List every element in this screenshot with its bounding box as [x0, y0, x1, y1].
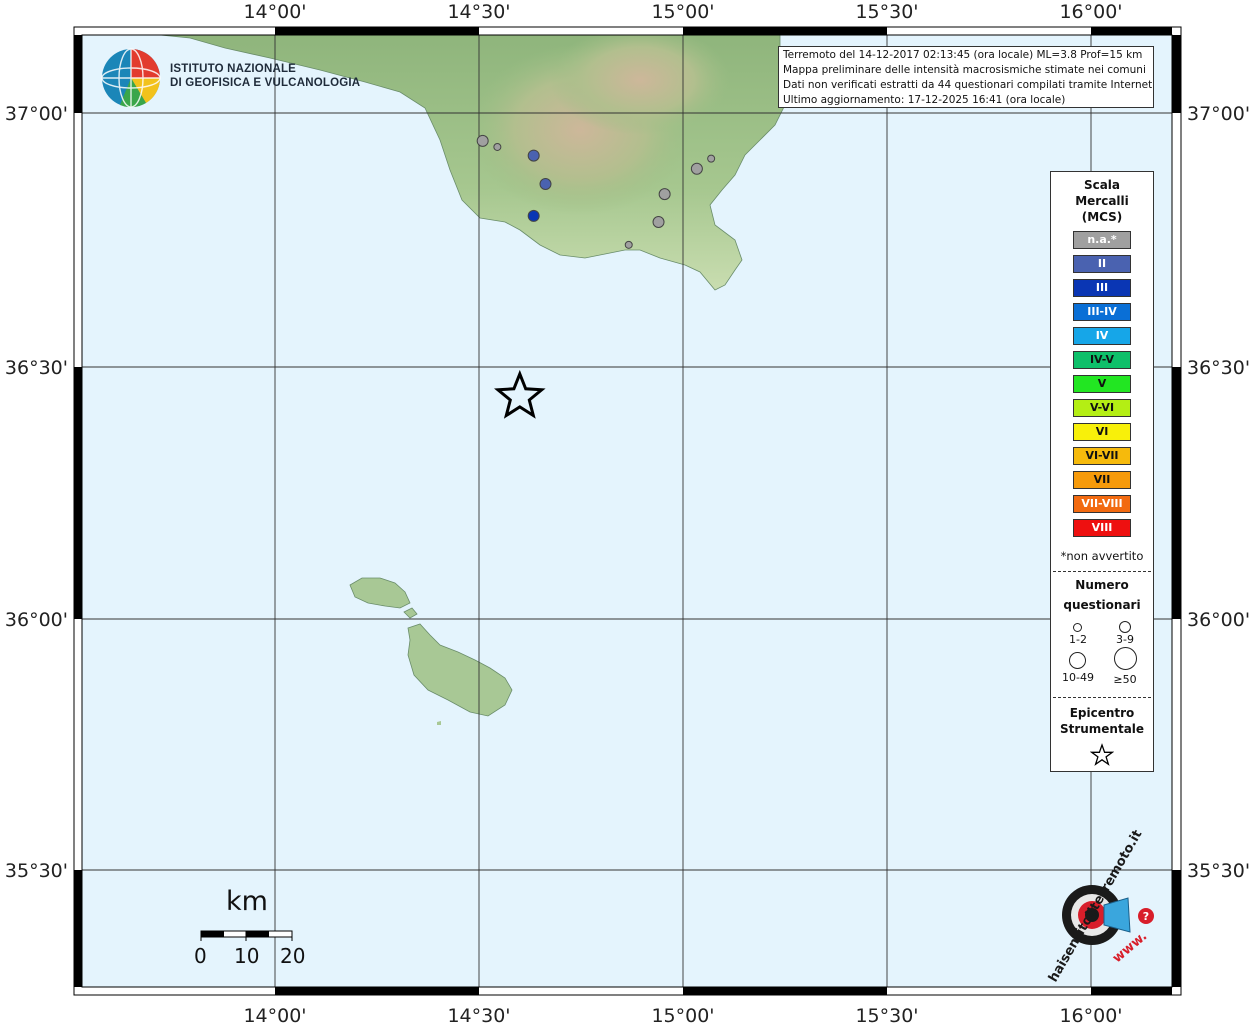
observation-point	[493, 142, 502, 151]
q-title-line: questionari	[1063, 598, 1141, 612]
mcs-class-n-a: n.a.*	[1073, 231, 1131, 249]
epi-title-line: Epicentro	[1069, 706, 1135, 720]
legend-divider	[1053, 571, 1151, 572]
lat-labels-left: 37°00' 36°30' 36°00' 35°30'	[5, 103, 68, 882]
size-50-plus-icon	[1114, 647, 1137, 670]
lat-label: 35°30'	[1187, 860, 1250, 882]
lon-label: 15°30'	[855, 1, 918, 23]
lon-label: 16°00'	[1059, 1, 1122, 23]
mcs-class-ii: II	[1073, 255, 1131, 273]
lat-label: 36°00'	[1187, 609, 1250, 631]
lat-label: 36°30'	[5, 357, 68, 379]
size-label: 1-2	[1069, 633, 1087, 646]
lon-label: 15°00'	[651, 1, 714, 23]
scale-unit: km	[226, 886, 268, 917]
lon-label: 14°00'	[243, 1, 306, 23]
star-icon	[1089, 743, 1115, 766]
epi-title-line: Strumentale	[1059, 722, 1145, 736]
lat-label: 37°00'	[1187, 103, 1250, 125]
sicily-hills-2	[550, 35, 730, 135]
mcs-class-iii-iv: III-IV	[1073, 303, 1131, 321]
data-note: Dati non verificati estratti da 44 quest…	[783, 79, 1154, 91]
observation-point	[658, 188, 671, 201]
institute-line-2: DI GEOFISICA E VULCANOLOGIA	[170, 77, 361, 89]
scale-label-0: 0	[194, 944, 207, 968]
lon-label: 15°00'	[651, 1005, 714, 1024]
observation-point	[624, 240, 633, 249]
lon-label: 14°30'	[447, 1, 510, 23]
mcs-class-v-vi: V-VI	[1073, 399, 1131, 417]
mcs-class-vi: VI	[1073, 423, 1131, 441]
legend-divider	[1053, 697, 1151, 698]
q-title-line: Numero	[1075, 578, 1129, 592]
questionnaires-title: Numero questionari	[1051, 575, 1153, 615]
lat-label: 36°30'	[1187, 357, 1250, 379]
lon-label: 14°30'	[447, 1005, 510, 1024]
lon-labels-bottom: 14°00' 14°30' 15°00' 15°30' 16°00'	[243, 1005, 1122, 1024]
lat-label: 35°30'	[5, 860, 68, 882]
institute-line-1: ISTITUTO NAZIONALE	[170, 63, 297, 75]
event-info-box: Terremoto del 14-12-2017 02:13:45 (ora l…	[778, 46, 1154, 108]
scale-label-20: 20	[280, 944, 306, 968]
lon-label: 15°30'	[855, 1005, 918, 1024]
mcs-class-list: n.a.* II III III-IV IV IV-V V V-VI VI VI-VII VII VI…	[1051, 231, 1153, 537]
observation-point	[652, 216, 665, 229]
size-1-2-icon	[1073, 623, 1082, 632]
observation-point	[690, 162, 703, 175]
mcs-class-viii: VIII	[1073, 519, 1131, 537]
map-description: Mappa preliminare delle intensità macros…	[783, 64, 1146, 76]
lat-label: 36°00'	[5, 609, 68, 631]
lat-label: 37°00'	[5, 103, 68, 125]
epicenter-title: Epicentro Strumentale	[1051, 705, 1153, 737]
mcs-class-iv-v: IV-V	[1073, 351, 1131, 369]
mcs-class-v: V	[1073, 375, 1131, 393]
legend-title-line: (MCS)	[1081, 210, 1123, 224]
size-label: 10-49	[1062, 671, 1094, 684]
legend-title-line: Scala	[1083, 178, 1121, 192]
legend-title: Scala Mercalli (MCS)	[1051, 177, 1153, 225]
lon-label: 14°00'	[243, 1005, 306, 1024]
observation-point	[527, 149, 540, 162]
mcs-class-iii: III	[1073, 279, 1131, 297]
mcs-class-vii: VII	[1073, 471, 1131, 489]
size-10-49-icon	[1069, 652, 1086, 669]
observation-point	[707, 154, 716, 163]
lat-labels-right: 37°00' 36°30' 36°00' 35°30'	[1187, 103, 1250, 882]
legend-note: *non avvertito	[1060, 549, 1144, 563]
observation-point	[539, 177, 552, 190]
mcs-class-vi-vii: VI-VII	[1073, 447, 1131, 465]
observation-point	[527, 209, 540, 222]
size-label: 3-9	[1116, 633, 1134, 646]
size-3-9-icon	[1119, 621, 1131, 633]
svg-text:?: ?	[1143, 910, 1149, 923]
mcs-class-vii-viii: VII-VIII	[1073, 495, 1131, 513]
scale-label-10: 10	[234, 944, 260, 968]
legend-panel: Scala Mercalli (MCS) n.a.* II III III-IV IV I…	[1050, 171, 1154, 772]
ingv-logo-icon	[101, 48, 161, 108]
lon-labels-top: 14°00' 14°30' 15°00' 15°30' 16°00'	[243, 1, 1122, 23]
mcs-class-iv: IV	[1073, 327, 1131, 345]
ingv-institute-name: ISTITUTO NAZIONALE DI GEOFISICA E VULCAN…	[170, 62, 360, 90]
last-update: Ultimo aggiornamento: 17-12-2025 16:41 (…	[783, 94, 1066, 106]
event-title: Terremoto del 14-12-2017 02:13:45 (ora l…	[783, 49, 1143, 61]
questionnaire-sizes: 1-2 3-9 10-49 ≥50	[1051, 615, 1153, 686]
observation-point	[476, 134, 489, 147]
size-label: ≥50	[1113, 673, 1137, 686]
lon-label: 16°00'	[1059, 1005, 1122, 1024]
legend-title-line: Mercalli	[1075, 194, 1129, 208]
